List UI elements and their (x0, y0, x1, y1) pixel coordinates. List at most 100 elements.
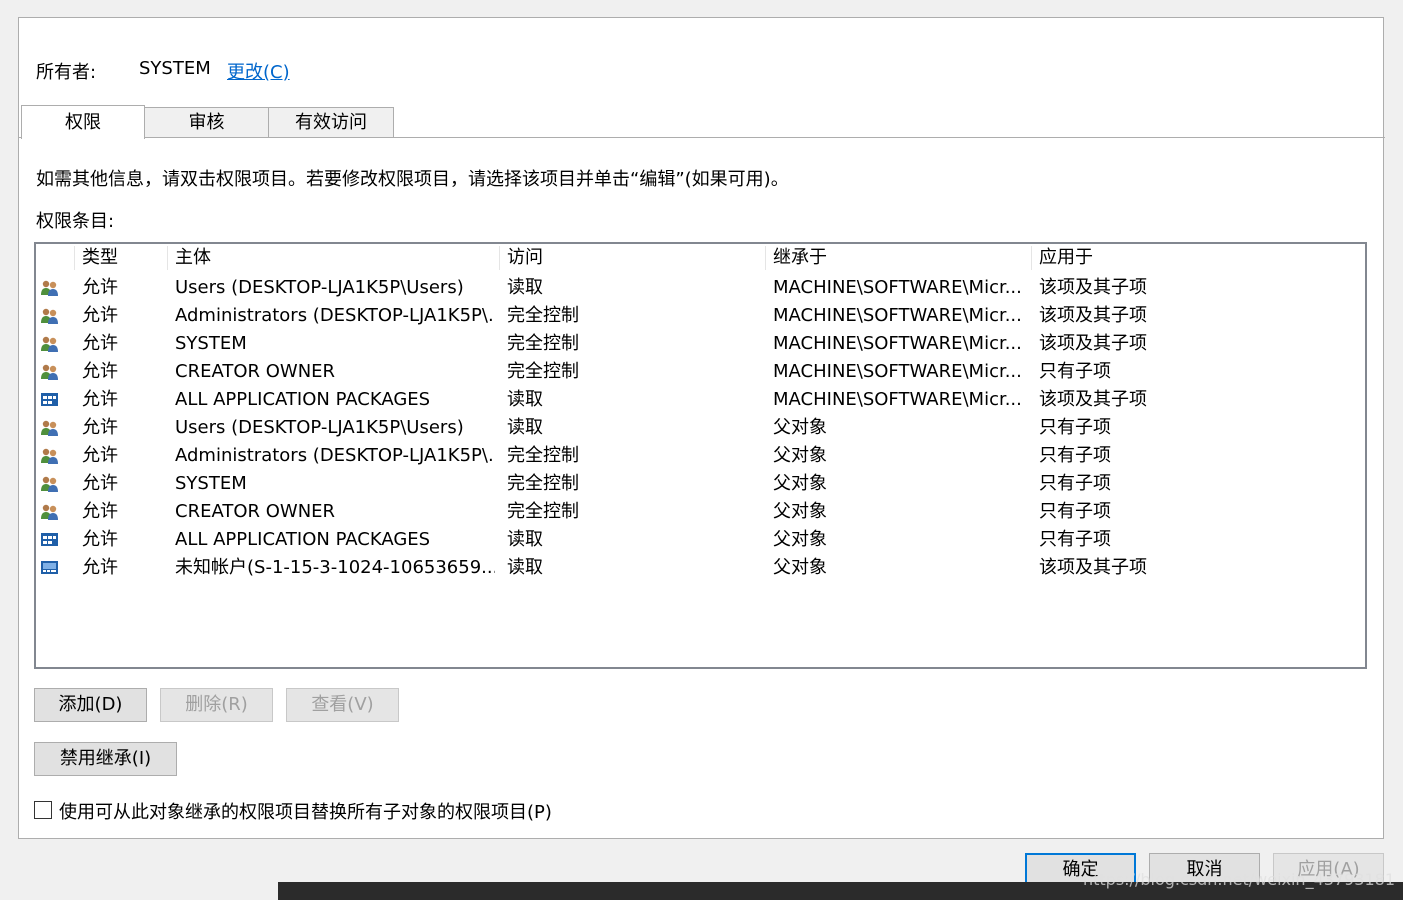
cell-access: 读取 (507, 417, 543, 438)
cell-applies-to: 只有子项 (1039, 361, 1111, 382)
permission-entry-row[interactable]: 允许 未知帐户(S-1-15-3-1024-10653659... 读取 父对象 该项及… (36, 554, 1365, 582)
change-owner-link[interactable]: 更改(C) (227, 58, 290, 84)
tab-auditing[interactable]: 审核 (144, 107, 269, 137)
column-header-applies-to[interactable]: 应用于 (1033, 244, 1333, 272)
cell-applies-to: 只有子项 (1039, 501, 1111, 522)
cell-access: 完全控制 (507, 473, 579, 494)
cell-principal: 未知帐户(S-1-15-3-1024-10653659... (175, 557, 495, 578)
column-separator[interactable] (167, 246, 168, 270)
cell-access: 读取 (507, 557, 543, 578)
cell-type: 允许 (82, 417, 118, 438)
cell-principal: ALL APPLICATION PACKAGES (175, 389, 431, 410)
info-text: 如需其他信息，请双击权限项目。若要修改权限项目，请选择该项目并单击“编辑”(如果… (36, 169, 789, 190)
cell-access: 读取 (507, 389, 543, 410)
disable-inheritance-button[interactable]: 禁用继承(I) (34, 742, 177, 776)
permission-entry-row[interactable]: 允许 Users (DESKTOP-LJA1K5P\Users) 读取 MACHINE… (36, 274, 1365, 302)
users-group-icon (40, 307, 60, 325)
cell-type: 允许 (82, 305, 118, 326)
permission-entry-row[interactable]: 允许 SYSTEM 完全控制 父对象 只有子项 (36, 470, 1365, 498)
cell-inherited-from: 父对象 (773, 529, 827, 550)
permission-entry-row[interactable]: 允许 ALL APPLICATION PACKAGES 读取 MACHINE\SOFT… (36, 386, 1365, 414)
permission-entry-row[interactable]: 允许 Administrators (DESKTOP-LJA1K5P\... 完全控… (36, 442, 1365, 470)
cell-access: 完全控制 (507, 305, 579, 326)
cell-principal: CREATOR OWNER (175, 501, 336, 522)
permission-entry-row[interactable]: 允许 SYSTEM 完全控制 MACHINE\SOFTWARE\Micr... 该项及其… (36, 330, 1365, 358)
app-packages-icon (40, 531, 60, 549)
cell-access: 完全控制 (507, 445, 579, 466)
dialog-panel: 所有者: SYSTEM 更改(C) 权限 审核 有效访问 如需其他信息，请双击权… (18, 17, 1385, 839)
users-group-icon (40, 279, 60, 297)
users-group-icon (40, 447, 60, 465)
cell-inherited-from: MACHINE\SOFTWARE\Micr... (773, 333, 1022, 354)
cell-applies-to: 只有子项 (1039, 417, 1111, 438)
cell-applies-to: 只有子项 (1039, 529, 1111, 550)
cell-applies-to: 该项及其子项 (1039, 333, 1147, 354)
permission-entries-label: 权限条目: (36, 211, 115, 232)
users-group-icon (40, 475, 60, 493)
app-packages-icon (40, 391, 60, 409)
owner-label: 所有者: (36, 62, 97, 83)
users-group-icon (40, 503, 60, 521)
cell-inherited-from: 父对象 (773, 557, 827, 578)
users-group-icon (40, 419, 60, 437)
cell-inherited-from: 父对象 (773, 473, 827, 494)
cell-applies-to: 该项及其子项 (1039, 277, 1147, 298)
column-header-access[interactable]: 访问 (501, 244, 765, 272)
cell-type: 允许 (82, 501, 118, 522)
cell-type: 允许 (82, 333, 118, 354)
permission-entry-row[interactable]: 允许 Users (DESKTOP-LJA1K5P\Users) 读取 父对象 只有子项 (36, 414, 1365, 442)
cell-inherited-from: MACHINE\SOFTWARE\Micr... (773, 361, 1022, 382)
cell-type: 允许 (82, 529, 118, 550)
cell-inherited-from: MACHINE\SOFTWARE\Micr... (773, 389, 1022, 410)
cell-access: 读取 (507, 529, 543, 550)
cell-applies-to: 该项及其子项 (1039, 389, 1147, 410)
cell-access: 读取 (507, 277, 543, 298)
cell-type: 允许 (82, 277, 118, 298)
cell-principal: Administrators (DESKTOP-LJA1K5P\... (175, 305, 495, 326)
tab-permissions[interactable]: 权限 (21, 105, 145, 139)
column-header-principal[interactable]: 主体 (169, 244, 499, 272)
cell-type: 允许 (82, 389, 118, 410)
column-separator[interactable] (74, 246, 75, 270)
cell-principal: ALL APPLICATION PACKAGES (175, 529, 431, 550)
column-header-inherited-from[interactable]: 继承于 (767, 244, 1031, 272)
cell-inherited-from: 父对象 (773, 501, 827, 522)
cell-type: 允许 (82, 557, 118, 578)
cell-applies-to: 只有子项 (1039, 445, 1111, 466)
cell-principal: Users (DESKTOP-LJA1K5P\Users) (175, 277, 464, 298)
users-group-icon (40, 335, 60, 353)
cell-principal: Administrators (DESKTOP-LJA1K5P\... (175, 445, 495, 466)
column-separator[interactable] (1031, 246, 1032, 270)
list-header: 类型 主体 访问 继承于 应用于 (36, 244, 1365, 272)
cell-type: 允许 (82, 445, 118, 466)
view-button[interactable]: 查看(V) (286, 688, 399, 722)
cell-principal: CREATOR OWNER (175, 361, 336, 382)
cell-access: 完全控制 (507, 361, 579, 382)
permission-entry-row[interactable]: 允许 CREATOR OWNER 完全控制 MACHINE\SOFTWARE\Micr… (36, 358, 1365, 386)
replace-child-permissions-checkbox[interactable] (34, 801, 52, 819)
cell-type: 允许 (82, 361, 118, 382)
column-header-type[interactable]: 类型 (76, 244, 168, 272)
replace-child-permissions-label[interactable]: 使用可从此对象继承的权限项目替换所有子对象的权限项目(P) (59, 798, 552, 824)
permission-entry-row[interactable]: 允许 CREATOR OWNER 完全控制 父对象 只有子项 (36, 498, 1365, 526)
cell-inherited-from: MACHINE\SOFTWARE\Micr... (773, 305, 1022, 326)
cell-principal: SYSTEM (175, 333, 247, 354)
tab-effective-access[interactable]: 有效访问 (268, 107, 394, 137)
owner-value: SYSTEM (139, 58, 211, 79)
column-separator[interactable] (499, 246, 500, 270)
cell-inherited-from: MACHINE\SOFTWARE\Micr... (773, 277, 1022, 298)
permission-entry-row[interactable]: 允许 ALL APPLICATION PACKAGES 读取 父对象 只有子项 (36, 526, 1365, 554)
permission-entries-list[interactable]: 类型 主体 访问 继承于 应用于 允许 Users (DESKTOP-LJA1K5… (34, 242, 1367, 669)
cell-access: 完全控制 (507, 333, 579, 354)
column-separator[interactable] (765, 246, 766, 270)
cell-applies-to: 只有子项 (1039, 473, 1111, 494)
cell-inherited-from: 父对象 (773, 445, 827, 466)
users-group-icon (40, 363, 60, 381)
add-button[interactable]: 添加(D) (34, 688, 147, 722)
cell-principal: Users (DESKTOP-LJA1K5P\Users) (175, 417, 464, 438)
cell-applies-to: 该项及其子项 (1039, 305, 1147, 326)
remove-button[interactable]: 删除(R) (160, 688, 273, 722)
cell-applies-to: 该项及其子项 (1039, 557, 1147, 578)
permission-entry-row[interactable]: 允许 Administrators (DESKTOP-LJA1K5P\... 完全控… (36, 302, 1365, 330)
watermark: https://blog.csdn.net/weixin_43793181 (1082, 870, 1395, 889)
